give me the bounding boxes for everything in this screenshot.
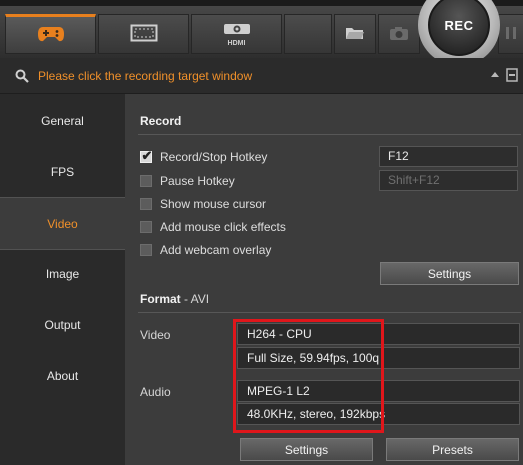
format-title-label: Format [140,292,181,306]
checkmark-icon: ✔ [141,148,153,163]
open-folder-button[interactable] [334,14,376,54]
video-format-label: Video [140,328,171,342]
sidebar-item-label: About [46,368,79,383]
camera-icon [389,25,409,44]
hdmi-sublabel: HDMI [227,39,246,47]
game-mode-tab[interactable] [5,14,96,54]
screen-rectangle-icon [130,24,158,45]
sidebar-item-general[interactable]: General [0,95,125,146]
webcam-overlay-checkbox[interactable] [140,244,152,256]
audio-params-field[interactable]: 48.0KHz, stereo, 192kbps [237,403,520,425]
screen-mode-tab[interactable] [98,14,189,54]
pause-icon [504,25,518,44]
sidebar-item-about[interactable]: About [0,350,125,401]
video-settings-panel: Record ✔ Record/Stop Hotkey Pause Hotkey… [125,94,523,465]
sidebar-item-video[interactable]: Video [0,197,125,250]
sidebar-item-label: Image [45,266,80,281]
show-mouse-cursor-checkbox[interactable] [140,198,152,210]
sidebar-item-fps[interactable]: FPS [0,146,125,197]
format-divider [138,312,521,313]
pause-hotkey-option[interactable]: Pause Hotkey [140,173,235,189]
pause-hotkey-checkbox[interactable] [140,175,152,187]
collapse-icon[interactable] [489,69,501,84]
separator-block [284,14,332,54]
show-mouse-cursor-option[interactable]: Show mouse cursor [140,196,266,212]
pause-button[interactable] [498,14,523,54]
format-section-title: Format - AVI [140,292,209,306]
checkbox-label: Record/Stop Hotkey [160,150,268,164]
device-mode-tab[interactable]: HDMI [191,14,282,54]
folder-icon [345,25,365,44]
audio-codec-field[interactable]: MPEG-1 L2 [237,380,520,402]
pause-hotkey-field[interactable]: Shift+F12 [379,170,518,191]
target-message: Please click the recording target window [38,69,253,83]
sidebar-item-label: General [41,113,84,128]
video-codec-field[interactable]: H264 - CPU [237,323,520,345]
checkbox-label: Pause Hotkey [160,174,235,188]
record-divider [138,134,521,135]
record-section-title: Record [140,114,182,128]
record-stop-hotkey-option[interactable]: ✔ Record/Stop Hotkey [140,148,268,165]
checkbox-label: Show mouse cursor [160,197,267,211]
checkbox-label: Add webcam overlay [160,243,272,257]
minimize-icon[interactable] [506,68,518,85]
record-settings-button[interactable]: Settings [380,262,519,285]
gamepad-icon [37,25,65,46]
format-container-label: - AVI [180,292,210,306]
rec-button-ring: REC [418,0,500,66]
webcam-overlay-option[interactable]: Add webcam overlay [140,242,271,258]
sidebar-item-label: FPS [50,164,75,179]
sidebar-item-label: Output [44,317,81,332]
format-settings-button[interactable]: Settings [240,438,373,461]
sidebar: General FPS Video Image Output About [0,94,125,465]
sidebar-item-output[interactable]: Output [0,299,125,350]
mouse-click-effects-option[interactable]: Add mouse click effects [140,219,286,235]
video-params-field[interactable]: Full Size, 59.94fps, 100q [237,347,520,369]
search-icon [15,69,29,86]
target-bar: Please click the recording target window [0,58,523,94]
webcam-icon [222,22,252,39]
rec-button[interactable]: REC [428,0,490,56]
presets-button[interactable]: Presets [386,438,519,461]
record-stop-hotkey-checkbox[interactable]: ✔ [140,148,153,163]
sidebar-item-label: Video [47,216,78,231]
audio-format-label: Audio [140,385,171,399]
record-hotkey-field[interactable]: F12 [379,146,518,167]
checkbox-label: Add mouse click effects [160,220,286,234]
sidebar-item-image[interactable]: Image [0,248,125,299]
toolbar: HDMI REC [0,0,523,66]
mouse-click-effects-checkbox[interactable] [140,221,152,233]
screenshot-button[interactable] [378,14,420,54]
